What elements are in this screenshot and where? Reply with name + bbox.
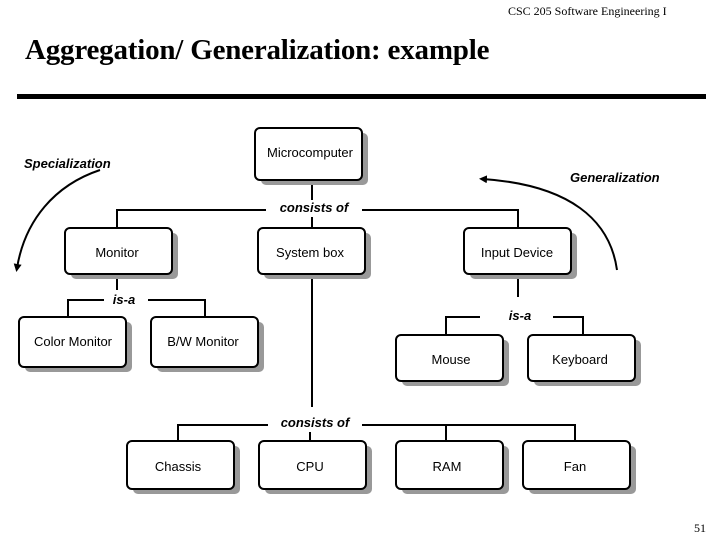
node-cpu: CPU xyxy=(258,440,372,494)
node-microcomputer: Microcomputer xyxy=(254,127,368,185)
relation-is-a-left: is-a xyxy=(113,292,135,307)
node-label: Microcomputer xyxy=(267,145,354,160)
hierarchy-diagram: Specialization Generalization consists o… xyxy=(13,127,660,494)
node-ram: RAM xyxy=(395,440,509,494)
node-input-device: Input Device xyxy=(463,227,577,279)
connector-line xyxy=(177,424,268,442)
node-label: Fan xyxy=(564,459,586,474)
node-monitor: Monitor xyxy=(64,227,178,279)
node-keyboard: Keyboard xyxy=(527,334,641,386)
node-label: CPU xyxy=(296,459,323,474)
connector-line xyxy=(67,299,104,318)
node-mouse: Mouse xyxy=(395,334,509,386)
node-label: Monitor xyxy=(95,245,139,260)
node-label: RAM xyxy=(433,459,462,474)
connector-line xyxy=(362,424,576,442)
node-label: Chassis xyxy=(155,459,202,474)
connector-line xyxy=(445,316,480,336)
node-color-monitor: Color Monitor xyxy=(18,316,132,372)
node-bw-monitor: B/W Monitor xyxy=(150,316,264,372)
page-number: 51 xyxy=(694,521,706,535)
connector-line xyxy=(116,209,266,229)
relation-consists-of-top: consists of xyxy=(280,200,350,215)
node-fan: Fan xyxy=(522,440,636,494)
relation-is-a-right: is-a xyxy=(509,308,531,323)
node-label: Keyboard xyxy=(552,352,608,367)
node-chassis: Chassis xyxy=(126,440,240,494)
node-label: Color Monitor xyxy=(34,334,113,349)
connector-line xyxy=(553,316,584,336)
node-label: B/W Monitor xyxy=(167,334,239,349)
relation-consists-of-bottom: consists of xyxy=(281,415,351,430)
connector-line xyxy=(362,209,519,229)
node-system-box: System box xyxy=(257,227,371,279)
generalization-label: Generalization xyxy=(570,170,660,185)
connector-line xyxy=(148,299,206,318)
node-label: Mouse xyxy=(431,352,470,367)
node-label: System box xyxy=(276,245,344,260)
specialization-label: Specialization xyxy=(24,156,111,171)
node-label: Input Device xyxy=(481,245,553,260)
